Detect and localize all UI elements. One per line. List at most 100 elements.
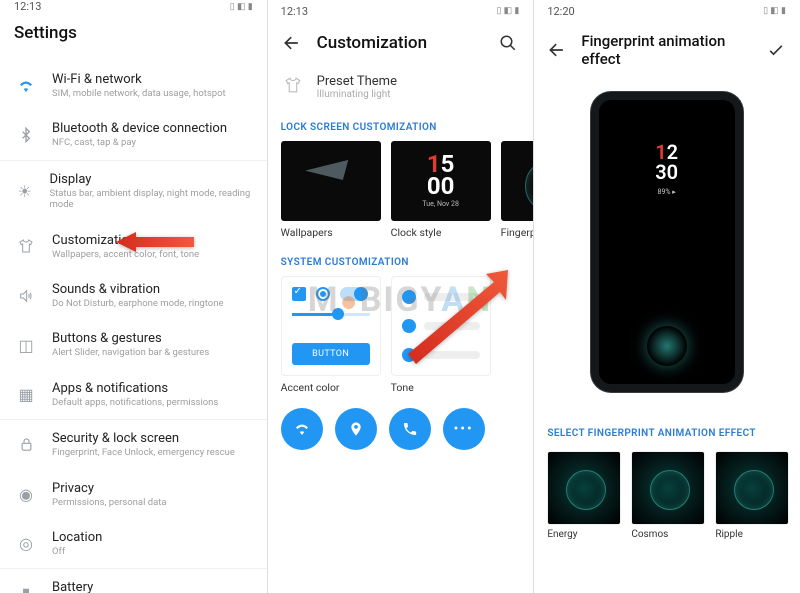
- preset-subtitle: Illuminating light: [317, 89, 397, 100]
- phone-preview: 12 30 89% ▸: [591, 92, 743, 392]
- settings-item-title: Buttons & gestures: [52, 331, 209, 346]
- settings-item-title: Display: [49, 172, 252, 187]
- page-title: Settings: [14, 23, 77, 43]
- circle-more-icon[interactable]: •••: [443, 408, 485, 450]
- effect-energy[interactable]: Energy: [547, 451, 621, 540]
- preview-time-bottom: 30: [655, 162, 678, 182]
- circle-location-icon[interactable]: [335, 408, 377, 450]
- section-label-system: SYSTEM CUSTOMIZATION: [267, 245, 534, 276]
- effect-thumb: [631, 451, 705, 525]
- battery-icon: ▮: [14, 582, 38, 593]
- privacy-icon: ◉: [14, 482, 38, 506]
- effect-thumb: [547, 451, 621, 525]
- header: Customization: [267, 22, 534, 68]
- preset-theme-row[interactable]: Preset Theme Illuminating light: [267, 72, 534, 110]
- apps-icon: ▦: [14, 382, 38, 406]
- effect-thumb: [715, 451, 789, 525]
- status-icons: ▯ ◧ ▮: [763, 6, 786, 16]
- quick-circles: •••: [267, 402, 534, 450]
- status-bar: 12:20 ▯ ◧ ▮: [533, 0, 800, 22]
- settings-list: Wi-Fi & network SIM, mobile network, dat…: [0, 61, 267, 593]
- settings-item-subtitle: NFC, cast, tap & pay: [52, 137, 227, 148]
- status-icons: ▯ ◧ ▮: [230, 2, 253, 12]
- card-fingerprint[interactable]: Fingerprint: [501, 141, 534, 239]
- effect-cosmos[interactable]: Cosmos: [631, 451, 705, 540]
- confirm-button[interactable]: [766, 39, 786, 61]
- settings-item-wifi[interactable]: Wi-Fi & network SIM, mobile network, dat…: [0, 61, 267, 110]
- effect-ripple[interactable]: Ripple: [715, 451, 789, 540]
- section-label-lockscreen: LOCK SCREEN CUSTOMIZATION: [267, 110, 534, 141]
- settings-item-security[interactable]: Security & lock screen Fingerprint, Face…: [0, 420, 267, 469]
- card-label: Accent color: [281, 381, 381, 394]
- settings-item-sounds[interactable]: Sounds & vibration Do Not Disturb, earph…: [0, 271, 267, 320]
- location-icon: ◎: [14, 532, 38, 556]
- back-button[interactable]: [281, 32, 303, 54]
- settings-item-display[interactable]: ☀ Display Status bar, ambient display, n…: [0, 161, 267, 222]
- card-label: Clock style: [391, 226, 491, 239]
- sound-icon: [14, 284, 38, 308]
- card-clock-style[interactable]: 15 00 Tue, Nov 28 Clock style: [391, 141, 491, 239]
- settings-item-title: Customization: [52, 233, 199, 248]
- effect-label: Energy: [547, 529, 621, 540]
- card-label: Tone: [391, 381, 491, 394]
- page-title: Fingerprint animation effect: [581, 32, 738, 68]
- slider-icon: [292, 313, 370, 316]
- settings-item-battery[interactable]: ▮ Battery 70% - More than 2 days remaini…: [0, 569, 267, 593]
- fingerprint-effect-screen: 12:20 ▯ ◧ ▮ Fingerprint animation effect…: [533, 0, 800, 593]
- radio-icon: [316, 287, 330, 301]
- fingerprint-effect-options[interactable]: Energy Cosmos Ripple: [533, 447, 800, 540]
- settings-item-subtitle: SIM, mobile network, data usage, hotspot: [52, 88, 226, 99]
- settings-item-subtitle: Wallpapers, accent color, font, tone: [52, 249, 199, 260]
- settings-item-buttons[interactable]: ◫ Buttons & gestures Alert Slider, navig…: [0, 320, 267, 369]
- effect-label: Ripple: [715, 529, 789, 540]
- gestures-icon: ◫: [14, 333, 38, 357]
- dot-icon: [402, 319, 416, 333]
- back-button[interactable]: [547, 39, 567, 61]
- settings-item-privacy[interactable]: ◉ Privacy Permissions, personal data: [0, 470, 267, 519]
- lockscreen-cards[interactable]: Wallpapers 15 00 Tue, Nov 28 Clock style…: [267, 141, 534, 245]
- wifi-icon: [14, 74, 38, 98]
- fingerprint-thumb: [501, 141, 534, 221]
- fingerprint-glow-icon: [647, 326, 687, 366]
- card-accent-color[interactable]: BUTTON: [281, 276, 381, 376]
- circle-phone-icon[interactable]: [389, 408, 431, 450]
- settings-item-location[interactable]: ◎ Location Off: [0, 519, 267, 568]
- customization-screen: 12:13 ▯ ◧ ▮ Customization Preset Theme I…: [267, 0, 534, 593]
- settings-item-title: Bluetooth & device connection: [52, 121, 227, 136]
- clock-date: Tue, Nov 28: [422, 200, 458, 208]
- settings-item-subtitle: Fingerprint, Face Unlock, emergency resc…: [52, 447, 235, 458]
- settings-item-subtitle: Permissions, personal data: [52, 497, 167, 508]
- status-time: 12:13: [14, 0, 41, 13]
- settings-item-title: Apps & notifications: [52, 381, 218, 396]
- status-bar: 12:13 ▯ ◧ ▮: [267, 0, 534, 22]
- status-icons: ▯ ◧ ▮: [496, 6, 519, 16]
- search-button[interactable]: [497, 32, 519, 54]
- sample-button: BUTTON: [292, 343, 370, 365]
- card-tone[interactable]: [391, 276, 491, 376]
- brightness-icon: ☀: [14, 179, 35, 203]
- settings-item-title: Sounds & vibration: [52, 282, 224, 297]
- effect-label: Cosmos: [631, 529, 705, 540]
- settings-item-bluetooth[interactable]: Bluetooth & device connection NFC, cast,…: [0, 110, 267, 159]
- card-wallpapers[interactable]: Wallpapers: [281, 141, 381, 239]
- settings-screen: 12:13 ▯ ◧ ▮ Settings Wi-Fi & network SIM…: [0, 0, 267, 593]
- section-label-effect: SELECT FINGERPRINT ANIMATION EFFECT: [533, 416, 800, 447]
- status-time: 12:20: [547, 5, 574, 18]
- settings-item-title: Wi-Fi & network: [52, 72, 226, 87]
- status-time: 12:13: [281, 5, 308, 18]
- settings-item-title: Privacy: [52, 481, 167, 496]
- toggle-icon: [340, 287, 366, 301]
- card-label: Wallpapers: [281, 226, 381, 239]
- clock-bottom: 00: [427, 176, 455, 198]
- settings-item-customization[interactable]: Customization Wallpapers, accent color, …: [0, 222, 267, 271]
- shirt-icon: [14, 234, 38, 258]
- settings-item-apps[interactable]: ▦ Apps & notifications Default apps, not…: [0, 370, 267, 419]
- settings-item-subtitle: Off: [52, 546, 102, 557]
- checkbox-icon: [292, 287, 306, 301]
- circle-wifi-icon[interactable]: [281, 408, 323, 450]
- settings-item-title: Security & lock screen: [52, 431, 235, 446]
- header: Settings: [0, 13, 267, 61]
- bluetooth-icon: [14, 123, 38, 147]
- card-label: Fingerprint: [501, 226, 534, 239]
- wallpaper-thumb: [281, 141, 381, 221]
